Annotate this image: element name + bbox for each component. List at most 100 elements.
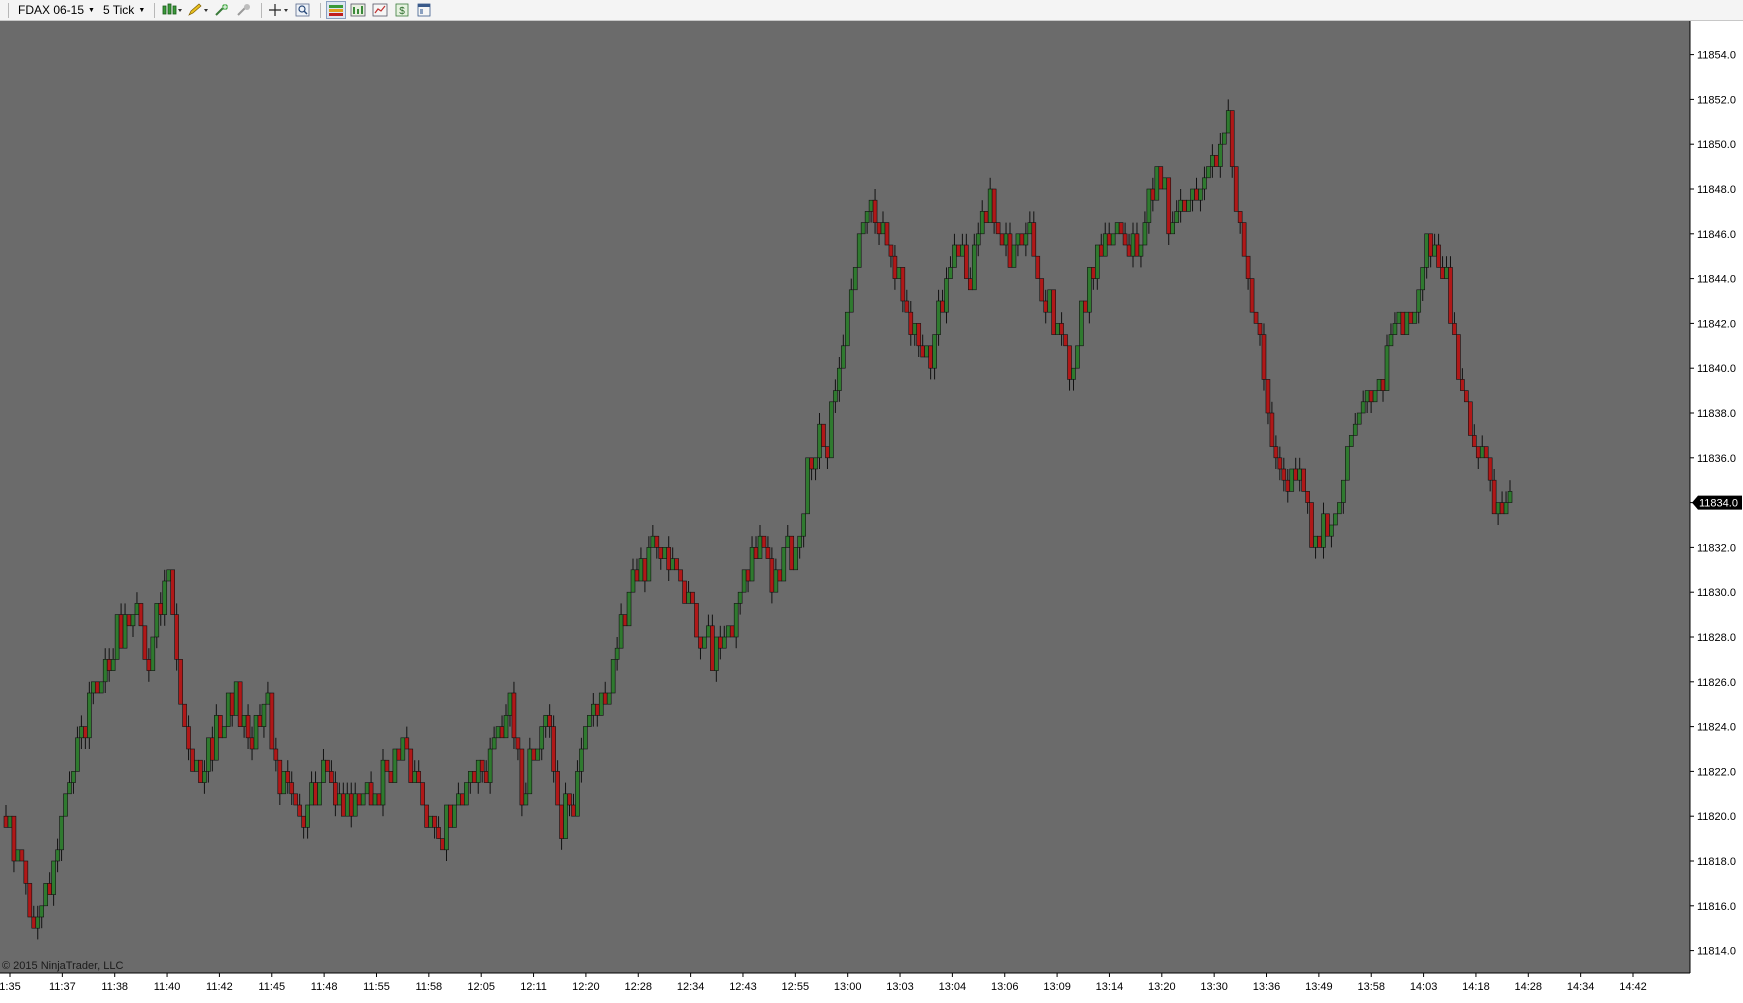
- candle-down: [396, 748, 402, 761]
- candle-up: [400, 737, 406, 761]
- candle-up: [960, 244, 965, 257]
- candle-up: [253, 715, 259, 750]
- dollar-button[interactable]: $: [392, 1, 412, 19]
- plot-area[interactable]: [0, 21, 1690, 973]
- candle-down: [991, 188, 997, 223]
- candle-up: [1110, 233, 1116, 246]
- candle-down: [682, 580, 687, 604]
- candle-down: [273, 748, 279, 761]
- zoom-icon: [295, 3, 310, 17]
- candle-up: [1412, 311, 1418, 324]
- candle-down: [285, 771, 291, 783]
- candle-up: [43, 883, 48, 907]
- time-axis-label: 11:38: [101, 981, 128, 993]
- candle-down: [1380, 379, 1386, 391]
- candle-up: [646, 547, 652, 582]
- candle-up: [702, 636, 707, 649]
- candle-up: [837, 367, 842, 391]
- candle-down: [83, 726, 88, 739]
- candle-down: [1475, 446, 1481, 459]
- candle-down: [341, 793, 346, 817]
- candle-down: [440, 838, 445, 851]
- candle-down: [174, 614, 179, 660]
- candle-up: [1297, 468, 1302, 481]
- pencil-icon: [188, 3, 209, 16]
- candle-down: [1301, 468, 1306, 492]
- candle-up: [305, 804, 310, 828]
- candle-up: [392, 748, 398, 783]
- instrument-selector[interactable]: FDAX 06-15 ▼: [14, 3, 99, 17]
- candle-down: [31, 916, 37, 929]
- candle-down: [1317, 535, 1322, 548]
- candle-up: [686, 591, 691, 604]
- candle-up: [166, 569, 172, 582]
- drawing-tools-button[interactable]: [186, 1, 210, 19]
- candle-down: [710, 625, 715, 671]
- candle-down: [1305, 491, 1310, 503]
- candle-up: [1507, 491, 1513, 503]
- crosshair-button[interactable]: [267, 1, 291, 19]
- candle-up: [1221, 132, 1227, 145]
- candle-up: [360, 793, 366, 806]
- candle-down: [940, 300, 945, 313]
- candle-up: [221, 726, 227, 739]
- candle-down: [106, 659, 112, 671]
- candle-down: [1460, 379, 1465, 391]
- candle-down: [1158, 166, 1164, 190]
- candle-up: [1202, 177, 1207, 190]
- candle-down: [888, 244, 894, 257]
- candle-down: [694, 603, 699, 638]
- candle-down: [551, 726, 556, 772]
- candle-up: [1055, 323, 1060, 335]
- candle-down: [210, 737, 215, 761]
- time-axis-label: 13:36: [1253, 981, 1281, 993]
- candle-down: [3, 815, 9, 828]
- strategies-button[interactable]: [234, 1, 254, 19]
- candle-down: [1063, 334, 1068, 347]
- time-axis-label: 11:55: [363, 981, 390, 993]
- candle-down: [956, 244, 961, 257]
- candle-down: [448, 804, 453, 828]
- time-axis-label: 11:37: [49, 981, 76, 993]
- candle-down: [126, 614, 132, 627]
- candle-up: [864, 211, 870, 223]
- price-chart[interactable]: 11854.0 11852.0 11850.0 11848.0 11846.0 11844…: [0, 21, 1743, 1003]
- candle-down: [190, 748, 195, 772]
- price-axis-label: 11826.0: [1697, 677, 1736, 689]
- chart-properties-button[interactable]: [370, 1, 390, 19]
- data-box-button[interactable]: [348, 1, 368, 19]
- candle-down: [333, 782, 338, 806]
- candle-up: [75, 737, 80, 772]
- candle-up: [757, 535, 763, 559]
- candle-down: [146, 659, 152, 671]
- candle-down: [809, 457, 814, 470]
- candle-down: [634, 569, 640, 582]
- candle-down: [356, 793, 362, 806]
- candle-down: [1309, 502, 1314, 548]
- candle-down: [761, 535, 767, 548]
- candle-up: [1071, 367, 1076, 380]
- price-axis-label: 11814.0: [1697, 946, 1736, 958]
- interval-selector[interactable]: 5 Tick ▼: [99, 3, 149, 17]
- candle-up: [626, 591, 632, 627]
- candle-down: [916, 323, 922, 347]
- price-axis-label: 11852.0: [1697, 94, 1736, 106]
- candle-down: [1277, 457, 1283, 470]
- window-layout-button[interactable]: [414, 1, 434, 19]
- time-axis-label: 12:28: [624, 981, 652, 993]
- candle-up: [87, 692, 92, 739]
- candle-down: [999, 233, 1005, 246]
- candle-down: [237, 681, 243, 727]
- zoom-button[interactable]: [293, 1, 313, 19]
- indicators-button[interactable]: [212, 1, 232, 19]
- chart-trader-button[interactable]: [326, 1, 347, 19]
- candle-down: [1035, 255, 1041, 279]
- candle-down: [821, 423, 826, 447]
- candle-down: [1118, 222, 1124, 235]
- candle-up: [848, 289, 854, 313]
- candle-up: [610, 659, 616, 694]
- candle-up: [1432, 244, 1437, 257]
- chart-canvas[interactable]: 11854.0 11852.0 11850.0 11848.0 11846.0 11844…: [0, 21, 1743, 1003]
- chart-style-button[interactable]: [160, 1, 184, 19]
- candle-up: [344, 793, 350, 817]
